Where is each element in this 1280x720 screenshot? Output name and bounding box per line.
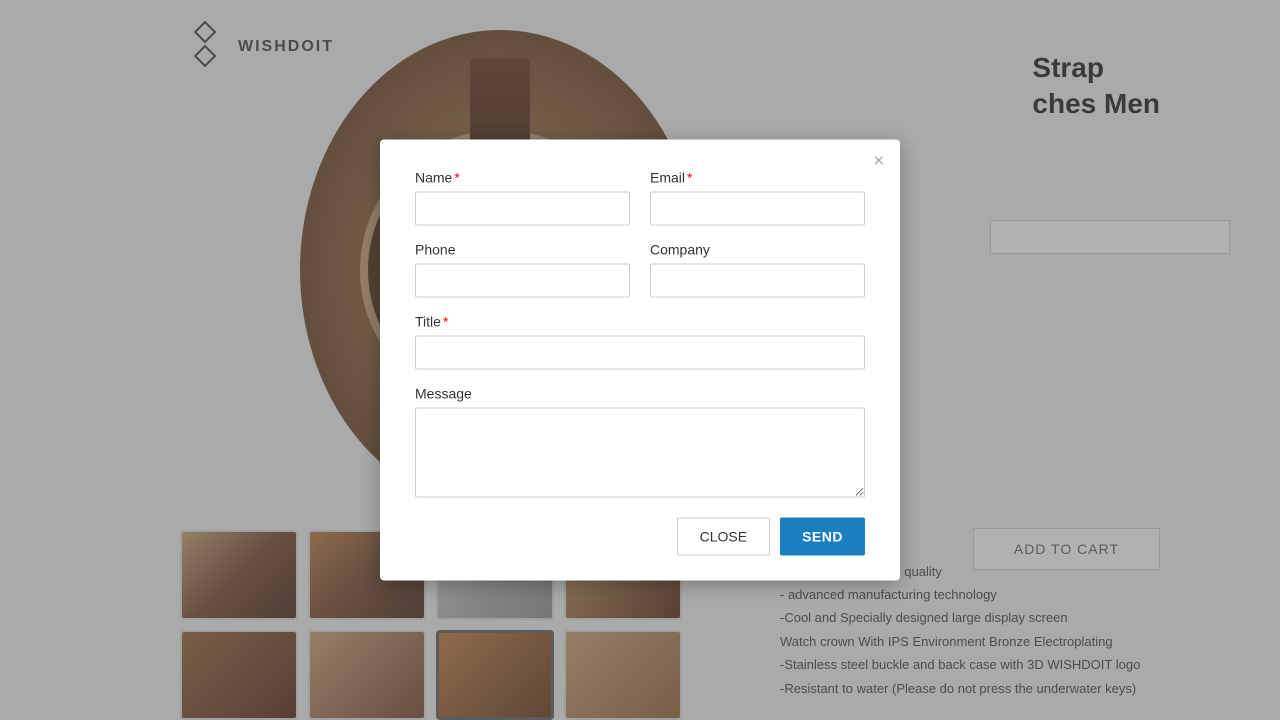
message-label: Message [415,386,865,402]
name-field-group: Name* [415,170,630,226]
modal-close-x-button[interactable]: × [873,152,884,170]
phone-input[interactable] [415,264,630,298]
form-row-4: Message [415,386,865,498]
phone-label: Phone [415,242,630,258]
message-textarea[interactable] [415,408,865,498]
email-label: Email* [650,170,865,186]
company-field-group: Company [650,242,865,298]
send-button[interactable]: SEND [780,518,865,556]
modal-actions: CLOSE SEND [415,518,865,556]
form-row-1: Name* Email* [415,170,865,226]
title-label: Title* [415,314,865,330]
email-input[interactable] [650,192,865,226]
phone-field-group: Phone [415,242,630,298]
contact-modal: × Name* Email* Phone Company [380,140,900,581]
form-row-3: Title* [415,314,865,370]
title-field-group: Title* [415,314,865,370]
form-row-2: Phone Company [415,242,865,298]
message-field-group: Message [415,386,865,498]
email-field-group: Email* [650,170,865,226]
company-label: Company [650,242,865,258]
close-button[interactable]: CLOSE [677,518,770,556]
name-label: Name* [415,170,630,186]
name-input[interactable] [415,192,630,226]
title-input[interactable] [415,336,865,370]
company-input[interactable] [650,264,865,298]
